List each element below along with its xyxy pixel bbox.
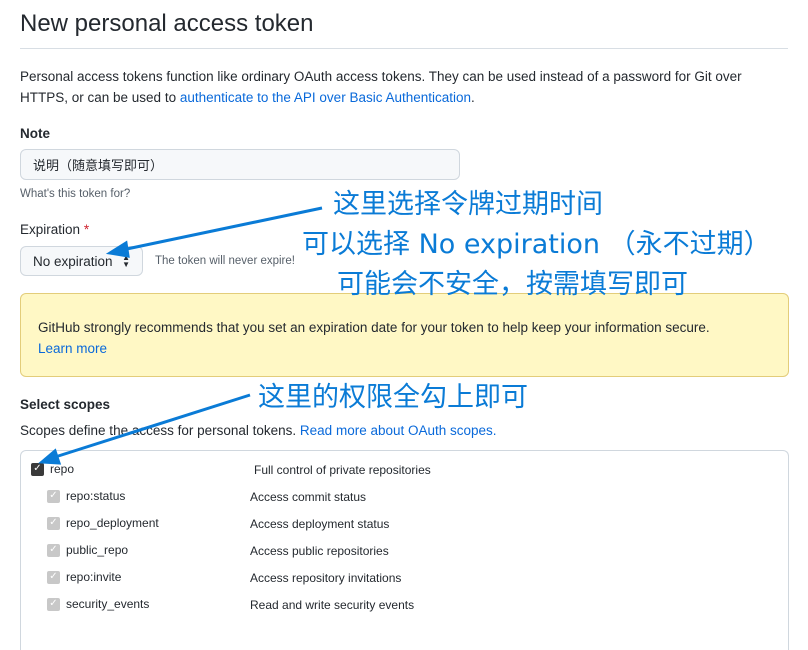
arrowhead-icon (38, 448, 62, 465)
annotation-line-2: 可以选择 No expiration （永不过期） (302, 229, 771, 260)
annotation-line-3: 可能会不安全，按需填写即可 (337, 269, 688, 300)
arrow-to-expiration (121, 206, 323, 252)
annotation-line-4: 这里的权限全勾上即可 (258, 382, 528, 413)
annotation-arrows (38, 206, 323, 465)
arrowhead-icon (105, 240, 130, 258)
annotation-line-1: 这里选择令牌过期时间 (333, 189, 603, 220)
arrow-to-repo (51, 393, 251, 460)
